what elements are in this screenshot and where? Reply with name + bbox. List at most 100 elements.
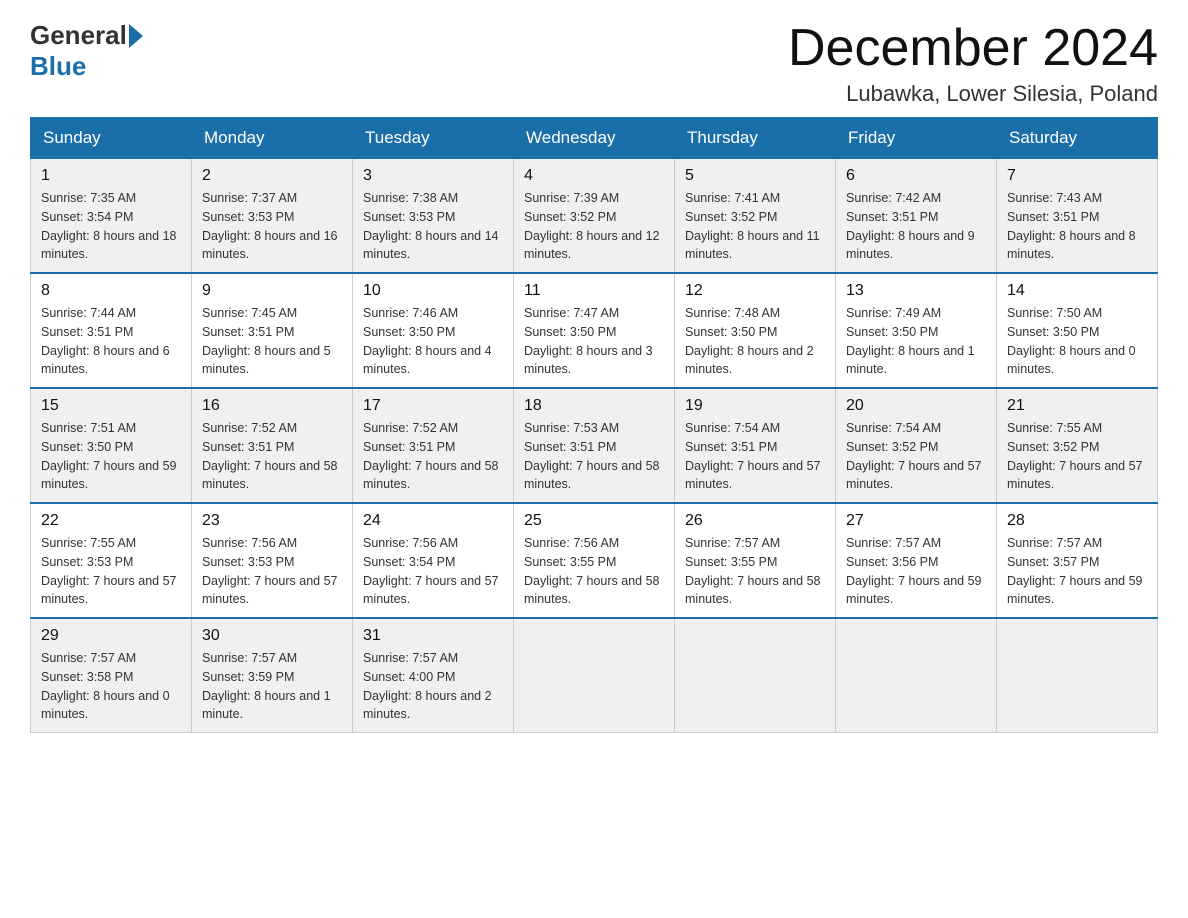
header-tuesday: Tuesday <box>353 118 514 159</box>
calendar-cell: 15Sunrise: 7:51 AMSunset: 3:50 PMDayligh… <box>31 388 192 503</box>
calendar-cell: 19Sunrise: 7:54 AMSunset: 3:51 PMDayligh… <box>675 388 836 503</box>
calendar-cell <box>836 618 997 733</box>
day-info: Sunrise: 7:48 AMSunset: 3:50 PMDaylight:… <box>685 304 825 379</box>
calendar-cell: 30Sunrise: 7:57 AMSunset: 3:59 PMDayligh… <box>192 618 353 733</box>
header-saturday: Saturday <box>997 118 1158 159</box>
calendar-cell: 20Sunrise: 7:54 AMSunset: 3:52 PMDayligh… <box>836 388 997 503</box>
calendar-cell: 1 Sunrise: 7:35 AMSunset: 3:54 PMDaylight… <box>31 159 192 274</box>
day-info: Sunrise: 7:55 AMSunset: 3:52 PMDaylight:… <box>1007 419 1147 494</box>
day-number: 2 <box>202 167 342 185</box>
day-number: 5 <box>685 167 825 185</box>
day-info: Sunrise: 7:57 AMSunset: 3:55 PMDaylight:… <box>685 534 825 609</box>
day-number: 21 <box>1007 397 1147 415</box>
header-sunday: Sunday <box>31 118 192 159</box>
calendar-cell: 3Sunrise: 7:38 AMSunset: 3:53 PMDaylight… <box>353 159 514 274</box>
day-info: Sunrise: 7:39 AMSunset: 3:52 PMDaylight:… <box>524 189 664 264</box>
logo-blue-text: Blue <box>30 51 86 81</box>
day-number: 17 <box>363 397 503 415</box>
calendar-cell: 17 Sunrise: 7:52 AMSunset: 3:51 PMDayligh… <box>353 388 514 503</box>
calendar-cell: 27 Sunrise: 7:57 AMSunset: 3:56 PMDayligh… <box>836 503 997 618</box>
calendar-cell: 14 Sunrise: 7:50 AMSunset: 3:50 PMDayligh… <box>997 273 1158 388</box>
day-info: Sunrise: 7:46 AMSunset: 3:50 PMDaylight:… <box>363 304 503 379</box>
day-number: 13 <box>846 282 986 300</box>
day-number: 23 <box>202 512 342 530</box>
calendar-cell: 7 Sunrise: 7:43 AMSunset: 3:51 PMDaylight… <box>997 159 1158 274</box>
day-number: 9 <box>202 282 342 300</box>
calendar-week-1: 1 Sunrise: 7:35 AMSunset: 3:54 PMDaylight… <box>31 159 1158 274</box>
day-number: 24 <box>363 512 503 530</box>
calendar-cell: 2 Sunrise: 7:37 AMSunset: 3:53 PMDaylight… <box>192 159 353 274</box>
day-number: 8 <box>41 282 181 300</box>
day-number: 14 <box>1007 282 1147 300</box>
calendar-cell: 29 Sunrise: 7:57 AMSunset: 3:58 PMDayligh… <box>31 618 192 733</box>
day-number: 7 <box>1007 167 1147 185</box>
logo-arrow-icon <box>129 24 143 48</box>
calendar-cell: 31Sunrise: 7:57 AMSunset: 4:00 PMDayligh… <box>353 618 514 733</box>
calendar-cell: 22Sunrise: 7:55 AMSunset: 3:53 PMDayligh… <box>31 503 192 618</box>
calendar-cell: 8 Sunrise: 7:44 AMSunset: 3:51 PMDaylight… <box>31 273 192 388</box>
header-friday: Friday <box>836 118 997 159</box>
day-info: Sunrise: 7:52 AMSunset: 3:51 PMDaylight:… <box>363 419 503 494</box>
day-info: Sunrise: 7:57 AMSunset: 3:56 PMDaylight:… <box>846 534 986 609</box>
day-info: Sunrise: 7:37 AMSunset: 3:53 PMDaylight:… <box>202 189 342 264</box>
calendar-cell: 4 Sunrise: 7:39 AMSunset: 3:52 PMDaylight… <box>514 159 675 274</box>
day-number: 15 <box>41 397 181 415</box>
day-info: Sunrise: 7:44 AMSunset: 3:51 PMDaylight:… <box>41 304 181 379</box>
day-info: Sunrise: 7:57 AMSunset: 3:58 PMDaylight:… <box>41 649 181 724</box>
day-number: 1 <box>41 167 181 185</box>
day-info: Sunrise: 7:43 AMSunset: 3:51 PMDaylight:… <box>1007 189 1147 264</box>
calendar-cell: 12 Sunrise: 7:48 AMSunset: 3:50 PMDayligh… <box>675 273 836 388</box>
calendar-header-row: SundayMondayTuesdayWednesdayThursdayFrid… <box>31 118 1158 159</box>
calendar-cell: 5 Sunrise: 7:41 AMSunset: 3:52 PMDaylight… <box>675 159 836 274</box>
calendar-cell: 21 Sunrise: 7:55 AMSunset: 3:52 PMDayligh… <box>997 388 1158 503</box>
calendar-cell: 18 Sunrise: 7:53 AMSunset: 3:51 PMDayligh… <box>514 388 675 503</box>
day-number: 12 <box>685 282 825 300</box>
day-info: Sunrise: 7:57 AMSunset: 3:57 PMDaylight:… <box>1007 534 1147 609</box>
day-number: 27 <box>846 512 986 530</box>
header-wednesday: Wednesday <box>514 118 675 159</box>
calendar-cell: 26 Sunrise: 7:57 AMSunset: 3:55 PMDayligh… <box>675 503 836 618</box>
location-text: Lubawka, Lower Silesia, Poland <box>788 81 1158 107</box>
calendar-cell: 11Sunrise: 7:47 AMSunset: 3:50 PMDayligh… <box>514 273 675 388</box>
day-number: 4 <box>524 167 664 185</box>
day-number: 29 <box>41 627 181 645</box>
day-number: 28 <box>1007 512 1147 530</box>
calendar-cell: 9 Sunrise: 7:45 AMSunset: 3:51 PMDaylight… <box>192 273 353 388</box>
day-info: Sunrise: 7:53 AMSunset: 3:51 PMDaylight:… <box>524 419 664 494</box>
calendar-cell: 13 Sunrise: 7:49 AMSunset: 3:50 PMDayligh… <box>836 273 997 388</box>
calendar-cell: 28 Sunrise: 7:57 AMSunset: 3:57 PMDayligh… <box>997 503 1158 618</box>
calendar-week-3: 15Sunrise: 7:51 AMSunset: 3:50 PMDayligh… <box>31 388 1158 503</box>
day-info: Sunrise: 7:35 AMSunset: 3:54 PMDaylight:… <box>41 189 181 264</box>
day-info: Sunrise: 7:56 AMSunset: 3:55 PMDaylight:… <box>524 534 664 609</box>
day-number: 18 <box>524 397 664 415</box>
header-thursday: Thursday <box>675 118 836 159</box>
day-number: 19 <box>685 397 825 415</box>
page-header: General Blue December 2024 Lubawka, Lowe… <box>30 20 1158 107</box>
calendar-cell: 6Sunrise: 7:42 AMSunset: 3:51 PMDaylight… <box>836 159 997 274</box>
day-number: 22 <box>41 512 181 530</box>
logo: General Blue <box>30 20 145 82</box>
calendar-cell: 24 Sunrise: 7:56 AMSunset: 3:54 PMDayligh… <box>353 503 514 618</box>
calendar-cell: 16Sunrise: 7:52 AMSunset: 3:51 PMDayligh… <box>192 388 353 503</box>
logo-general-text: General <box>30 20 127 51</box>
day-number: 26 <box>685 512 825 530</box>
calendar-cell <box>997 618 1158 733</box>
day-info: Sunrise: 7:45 AMSunset: 3:51 PMDaylight:… <box>202 304 342 379</box>
day-info: Sunrise: 7:42 AMSunset: 3:51 PMDaylight:… <box>846 189 986 264</box>
day-number: 31 <box>363 627 503 645</box>
day-info: Sunrise: 7:49 AMSunset: 3:50 PMDaylight:… <box>846 304 986 379</box>
day-info: Sunrise: 7:54 AMSunset: 3:52 PMDaylight:… <box>846 419 986 494</box>
calendar-cell: 10 Sunrise: 7:46 AMSunset: 3:50 PMDayligh… <box>353 273 514 388</box>
day-info: Sunrise: 7:50 AMSunset: 3:50 PMDaylight:… <box>1007 304 1147 379</box>
header-monday: Monday <box>192 118 353 159</box>
calendar-cell <box>514 618 675 733</box>
day-info: Sunrise: 7:38 AMSunset: 3:53 PMDaylight:… <box>363 189 503 264</box>
day-number: 10 <box>363 282 503 300</box>
day-info: Sunrise: 7:56 AMSunset: 3:54 PMDaylight:… <box>363 534 503 609</box>
calendar-cell <box>675 618 836 733</box>
day-info: Sunrise: 7:41 AMSunset: 3:52 PMDaylight:… <box>685 189 825 264</box>
day-number: 25 <box>524 512 664 530</box>
day-number: 11 <box>524 282 664 300</box>
calendar-week-2: 8 Sunrise: 7:44 AMSunset: 3:51 PMDaylight… <box>31 273 1158 388</box>
calendar-cell: 25 Sunrise: 7:56 AMSunset: 3:55 PMDayligh… <box>514 503 675 618</box>
